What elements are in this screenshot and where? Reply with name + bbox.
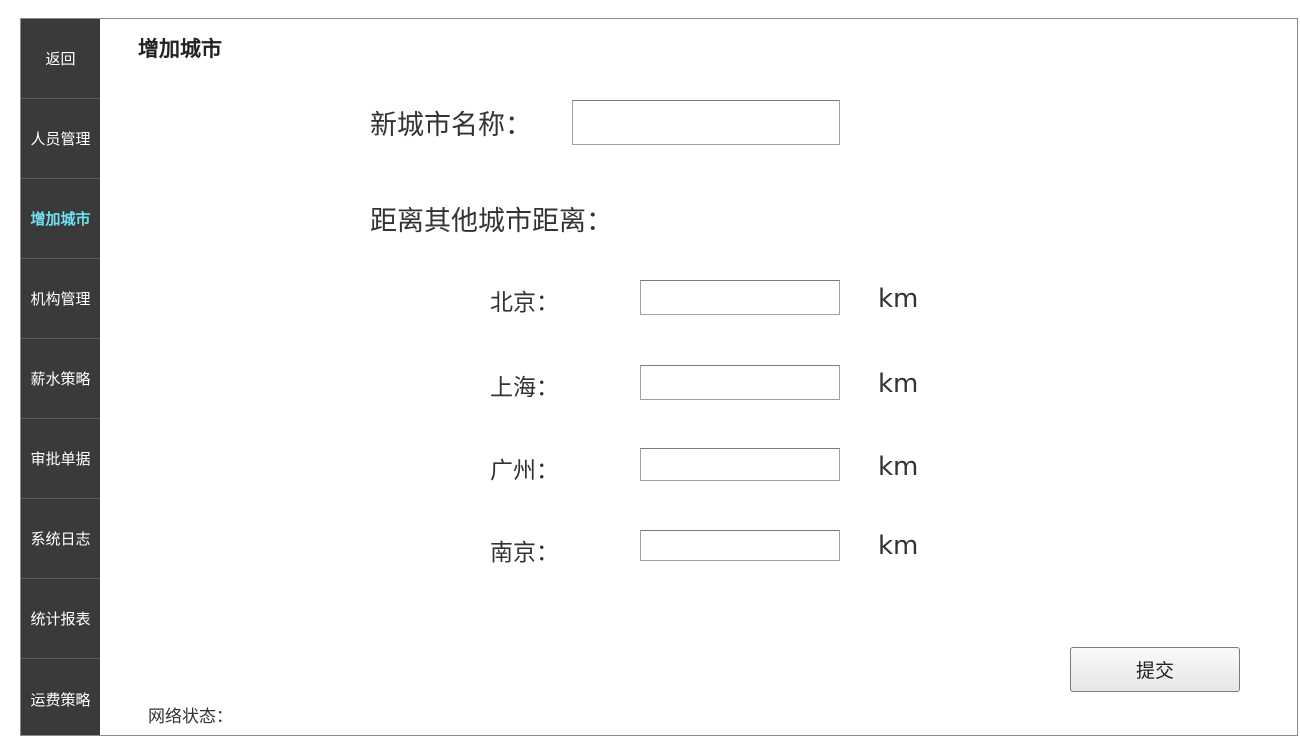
nav-back-label: 返回 [45, 50, 76, 68]
sidebar: 返回 人员管理 增加城市 机构管理 薪水策略 审批单据 系统日志 统计报表 运费… [21, 19, 100, 735]
city-label-guangzhou: 广州： [490, 458, 559, 484]
city-label-shanghai: 上海： [490, 375, 559, 401]
new-city-name-input[interactable] [572, 100, 840, 145]
submit-button[interactable]: 提交 [1070, 647, 1240, 692]
nav-add-city-label: 增加城市 [30, 210, 91, 228]
distance-input-beijing[interactable] [640, 280, 840, 315]
nav-system-log-label: 系统日志 [30, 530, 91, 548]
nav-add-city[interactable]: 增加城市 [21, 179, 100, 259]
unit-km-guangzhou: km [878, 452, 919, 482]
nav-salary-strategy[interactable]: 薪水策略 [21, 339, 100, 419]
new-city-name-label: 新城市名称： [370, 110, 532, 141]
nav-personnel-management-label: 人员管理 [30, 130, 91, 148]
nav-approval-documents[interactable]: 审批单据 [21, 419, 100, 499]
network-status-label: 网络状态： [148, 707, 233, 727]
nav-salary-strategy-label: 薪水策略 [30, 370, 91, 388]
distance-heading: 距离其他城市距离： [370, 206, 613, 237]
distance-input-shanghai[interactable] [640, 365, 840, 400]
unit-km-beijing: km [878, 284, 919, 314]
nav-organization-management-label: 机构管理 [30, 290, 91, 308]
city-label-nanjing: 南京： [490, 540, 559, 566]
nav-personnel-management[interactable]: 人员管理 [21, 99, 100, 179]
nav-approval-documents-label: 审批单据 [30, 450, 91, 468]
nav-statistics-report-label: 统计报表 [30, 610, 91, 628]
nav-freight-strategy[interactable]: 运费策略 [21, 659, 100, 735]
unit-km-shanghai: km [878, 369, 919, 399]
nav-back[interactable]: 返回 [21, 19, 100, 99]
page-title: 增加城市 [138, 37, 222, 61]
app-window: 返回 人员管理 增加城市 机构管理 薪水策略 审批单据 系统日志 统计报表 运费… [20, 18, 1298, 736]
distance-input-guangzhou[interactable] [640, 448, 840, 481]
nav-organization-management[interactable]: 机构管理 [21, 259, 100, 339]
nav-system-log[interactable]: 系统日志 [21, 499, 100, 579]
nav-freight-strategy-label: 运费策略 [30, 690, 91, 709]
nav-statistics-report[interactable]: 统计报表 [21, 579, 100, 659]
city-label-beijing: 北京： [490, 290, 559, 316]
distance-input-nanjing[interactable] [640, 530, 840, 561]
unit-km-nanjing: km [878, 531, 919, 561]
